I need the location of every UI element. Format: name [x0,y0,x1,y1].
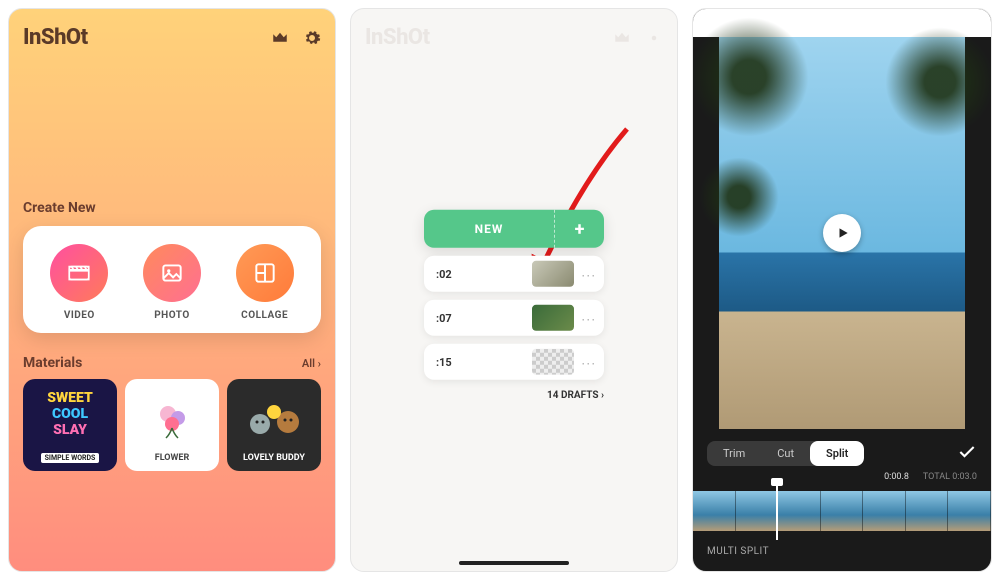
tree-branch-decoration [699,157,779,237]
gear-icon[interactable] [303,29,321,47]
confirm-button[interactable] [957,442,977,466]
material-label: LOVELY BUDDY [243,453,305,463]
video-preview[interactable] [719,37,965,429]
draft-duration: :15 [436,355,532,368]
play-button[interactable] [823,214,861,252]
crown-icon[interactable] [271,29,289,47]
draft-item[interactable]: :07 ⋮ [424,300,604,336]
draft-thumbnail [532,305,574,331]
tree-branch-decoration [692,17,809,137]
draft-thumbnail [532,349,574,375]
drafts-panel: NEW + :02 ⋮ :07 ⋮ :15 ⋮ 14 DRAFTS › [424,210,604,401]
home-screen: InShOt Create New VIDEO PHOTO COLLAGE [8,8,336,572]
multi-split-label[interactable]: MULTI SPLIT [693,546,991,571]
more-icon[interactable]: ⋮ [574,268,596,279]
clip-frame [948,491,991,531]
create-video-button[interactable]: VIDEO [50,244,108,321]
material-label: FLOWER [155,453,189,463]
clip-frame [863,491,906,531]
clip-frame [778,491,821,531]
new-button-label: NEW [424,222,554,236]
play-icon [836,226,850,240]
clip-frame [736,491,779,531]
clip-frame [693,491,736,531]
create-video-label: VIDEO [64,310,95,321]
tab-split[interactable]: Split [810,441,864,466]
clip-frame [821,491,864,531]
flower-icon [148,387,196,453]
materials-title: Materials [23,355,82,371]
tab-cut[interactable]: Cut [761,441,810,466]
plus-icon: + [554,210,604,248]
create-collage-label: COLLAGE [241,310,288,321]
materials-row: SWEET COOL SLAY SIMPLE WORDS FLOWER LOVE… [23,379,321,471]
timeline[interactable] [693,486,991,536]
photo-icon [143,244,201,302]
draft-thumbnail [532,261,574,287]
check-icon [957,442,977,462]
create-new-title: Create New [23,200,321,216]
create-collage-button[interactable]: COLLAGE [236,244,294,321]
material-label: SIMPLE WORDS [41,453,100,463]
all-drafts-link[interactable]: 14 DRAFTS › [424,390,604,401]
collage-icon [236,244,294,302]
material-lovely-buddy[interactable]: LOVELY BUDDY [227,379,321,471]
tab-group: Trim Cut Split [707,441,864,466]
edit-tabs: Trim Cut Split [693,429,991,472]
draft-duration: :02 [436,267,532,280]
editor-screen: Trim Cut Split 0:00.8 TOTAL 0:03.0 MULTI… [692,8,992,572]
header-icons [271,29,321,47]
new-button[interactable]: NEW + [424,210,604,248]
more-icon[interactable]: ⋮ [574,356,596,367]
tab-trim[interactable]: Trim [707,441,761,466]
header: InShOt [23,25,321,50]
create-card: VIDEO PHOTO COLLAGE [23,226,321,333]
materials-all-link[interactable]: All › [302,357,321,370]
timeline-meta: 0:00.8 TOTAL 0:03.0 [693,472,991,486]
draft-item[interactable]: :15 ⋮ [424,344,604,380]
materials-header: Materials All › [23,355,321,371]
clip-frame [906,491,949,531]
app-logo: InShOt [23,25,88,50]
drafts-overlay-screen: InShOt NEW + :02 ⋮ :07 ⋮ :15 ⋮ 14 DRAFT [350,8,678,572]
playhead[interactable] [776,482,778,540]
material-simple-words[interactable]: SWEET COOL SLAY SIMPLE WORDS [23,379,117,471]
tree-branch-decoration [885,27,992,137]
time-current: 0:00.8 [884,472,909,482]
more-icon[interactable]: ⋮ [574,312,596,323]
faded-background: InShOt [365,25,663,50]
create-photo-button[interactable]: PHOTO [143,244,201,321]
clip-strip [693,491,991,531]
create-photo-label: PHOTO [154,310,190,321]
buddy-icon [246,387,302,453]
home-indicator [459,561,569,565]
draft-duration: :07 [436,311,532,324]
time-total: TOTAL 0:03.0 [923,472,977,482]
material-flower[interactable]: FLOWER [125,379,219,471]
clapper-icon [50,244,108,302]
draft-item[interactable]: :02 ⋮ [424,256,604,292]
